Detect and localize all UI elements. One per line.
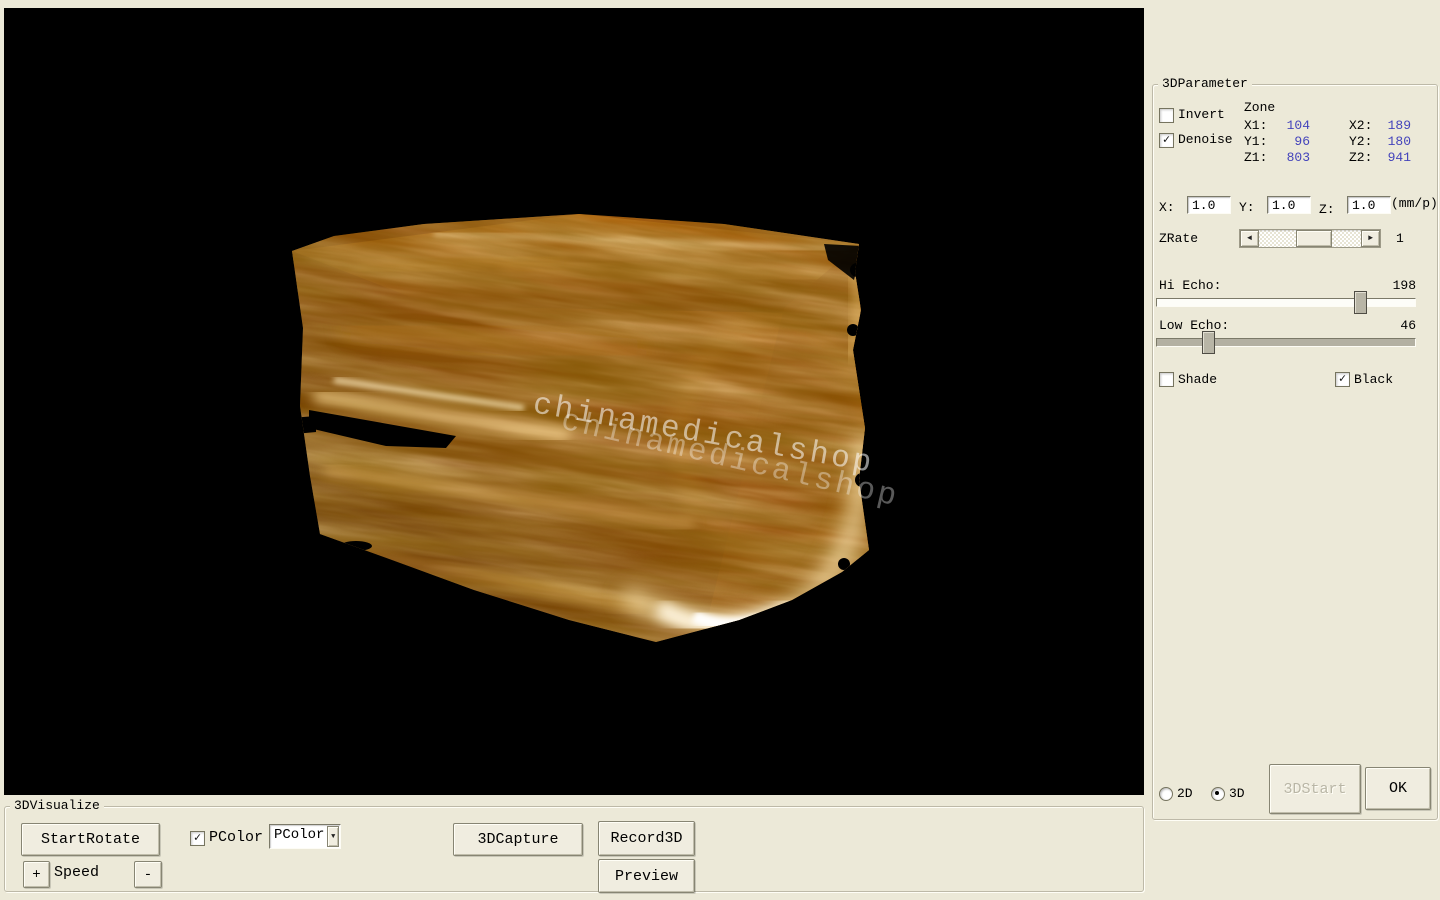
mode-3d-label: 3D [1229,786,1245,801]
zone-z1-label: Z1: [1244,150,1268,165]
volume-render: chinamedicalshop chinamedicalshop [292,214,902,642]
speed-minus-button[interactable]: - [134,861,162,888]
mode-2d-label: 2D [1177,786,1193,801]
zone-title: Zone [1244,100,1276,115]
mode-3d-radio[interactable] [1211,787,1225,801]
ok-button[interactable]: OK [1365,767,1431,810]
pcolor-checkbox[interactable]: ✓ [190,831,205,846]
pcolor-label: PColor [209,829,264,846]
black-label: Black [1354,372,1394,387]
mode-2d-radio[interactable] [1159,787,1173,801]
pcolor-combobox-arrow-button[interactable]: ▼ [327,826,339,847]
visualize-groupbox: 3DVisualize StartRotate ✓ PColor PColor … [4,798,1144,893]
low-echo-slider[interactable] [1156,331,1416,354]
zone-x1-label: X1: [1244,118,1268,133]
hi-echo-slider[interactable] [1156,291,1416,314]
zrate-scroll-thumb[interactable] [1296,230,1332,247]
parameter-groupbox-title: 3DParameter [1158,76,1252,92]
zrate-value: 1 [1396,231,1404,246]
x-scale-label: X: [1159,200,1175,215]
parameter-groupbox: 3DParameter Invert ✓ Denoise Zone X1: 10… [1152,76,1438,820]
zrate-label: ZRate [1159,231,1199,246]
preview-button[interactable]: Preview [598,859,695,893]
record-3d-button[interactable]: Record3D [598,821,695,856]
invert-checkbox[interactable] [1159,108,1174,123]
low-echo-label: Low Echo: [1159,318,1230,333]
black-checkbox[interactable]: ✓ [1335,372,1350,387]
zone-y1-label: Y1: [1244,134,1268,149]
zone-z2-label: Z2: [1349,150,1373,165]
low-echo-value: 46 [1400,318,1416,333]
zone-x2-value: 189 [1387,118,1411,133]
scale-unit-label: (mm/p) [1391,196,1438,211]
render-viewport[interactable]: chinamedicalshop chinamedicalshop [4,8,1144,795]
pcolor-combobox[interactable]: PColor ▼ [269,824,341,849]
start-rotate-button[interactable]: StartRotate [21,823,160,856]
hi-echo-label: Hi Echo: [1159,278,1222,293]
zrate-scroll-left-button[interactable]: ◄ [1240,230,1259,247]
scroll-left-icon: ◄ [1247,233,1252,243]
zone-x1-value: 104 [1286,118,1310,133]
check-icon: ✓ [1338,371,1347,386]
speed-plus-button[interactable]: + [23,861,50,888]
zrate-scroll-right-button[interactable]: ► [1361,230,1380,247]
application-window: { "viewport": { "watermark": "chinamedic… [0,0,1440,900]
denoise-checkbox[interactable]: ✓ [1159,133,1174,148]
y-scale-label: Y: [1239,200,1255,215]
y-scale-field[interactable] [1267,196,1311,214]
x-scale-field[interactable] [1187,196,1231,214]
zone-y2-value: 180 [1387,134,1411,149]
low-echo-slider-thumb[interactable] [1202,331,1215,354]
shade-checkbox[interactable] [1159,372,1174,387]
zone-x2-label: X2: [1349,118,1373,133]
check-icon: ✓ [1162,132,1171,147]
dropdown-arrow-icon: ▼ [331,832,336,841]
scroll-right-icon: ► [1368,233,1373,243]
check-icon: ✓ [193,830,202,845]
visualize-groupbox-title: 3DVisualize [10,798,104,814]
speed-label: Speed [54,864,100,881]
zone-y2-label: Y2: [1349,134,1373,149]
z-scale-field[interactable] [1347,196,1391,214]
hi-echo-slider-thumb[interactable] [1354,291,1367,314]
z-scale-label: Z: [1319,202,1335,217]
capture-3d-button[interactable]: 3DCapture [453,823,583,856]
zone-z1-value: 803 [1286,150,1310,165]
pcolor-combobox-value: PColor [274,827,325,843]
zrate-scrollbar[interactable]: ◄ ► [1239,229,1381,248]
shade-label: Shade [1178,372,1218,387]
invert-label: Invert [1178,107,1225,122]
zone-z2-value: 941 [1387,150,1411,165]
start-3d-button[interactable]: 3DStart [1269,764,1361,814]
zone-y1-value: 96 [1294,134,1310,149]
hi-echo-value: 198 [1392,278,1416,293]
denoise-label: Denoise [1178,132,1233,147]
